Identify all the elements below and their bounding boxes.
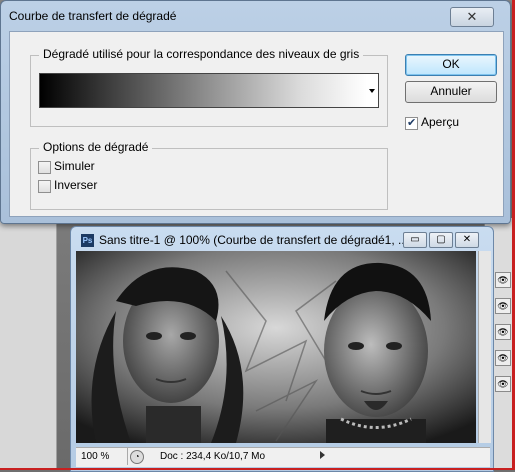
options-group-label: Options de dégradé	[39, 140, 153, 154]
maximize-button[interactable]: ▢	[429, 232, 453, 248]
gradient-dropdown-button[interactable]	[367, 73, 379, 108]
tools-panel-edge	[0, 218, 57, 470]
cancel-button[interactable]: Annuler	[405, 81, 497, 103]
photo-image	[76, 251, 476, 443]
dialog-body: Dégradé utilisé pour la correspondance d…	[9, 31, 504, 217]
gradient-map-dialog: Courbe de transfert de dégradé ✕ Dégradé…	[0, 0, 511, 224]
status-bar: 100 % ◔ Doc : 234,4 Ko/10,7 Mo	[76, 447, 490, 467]
minimize-button[interactable]: ▭	[403, 232, 427, 248]
vertical-scrollbar[interactable]	[478, 251, 491, 443]
reverse-checkbox[interactable]	[38, 180, 51, 193]
document-size-info: Doc : 234,4 Ko/10,7 Mo	[160, 451, 266, 462]
eye-icon[interactable]: 👁	[495, 350, 511, 366]
zoom-field[interactable]: 100 %	[76, 448, 128, 465]
simulate-checkbox[interactable]	[38, 161, 51, 174]
chevron-right-icon[interactable]	[320, 451, 325, 459]
photoshop-icon: Ps	[81, 234, 94, 247]
minimize-icon: ▭	[410, 234, 420, 245]
info-icon[interactable]: ◔	[130, 450, 144, 464]
eye-icon[interactable]: 👁	[495, 298, 511, 314]
preview-checkbox[interactable]: ✔	[405, 117, 418, 130]
preview-label: Aperçu	[421, 115, 460, 129]
maximize-icon: ▢	[436, 234, 446, 245]
reverse-label: Inverser	[54, 178, 98, 192]
close-button[interactable]: ✕	[450, 7, 494, 27]
eye-icon[interactable]: 👁	[495, 376, 511, 392]
checkmark-icon: ✔	[407, 117, 417, 129]
gradient-options-group: Options de dégradé Simuler Inverser	[30, 140, 388, 210]
close-icon: ✕	[462, 234, 472, 245]
gradient-group: Dégradé utilisé pour la correspondance d…	[30, 47, 388, 127]
document-title: Sans titre-1 @ 100% (Courbe de transfert…	[99, 233, 409, 247]
eye-icon[interactable]: 👁	[495, 324, 511, 340]
gradient-preview[interactable]	[39, 73, 368, 108]
dialog-title: Courbe de transfert de dégradé	[9, 9, 177, 23]
chevron-down-icon	[369, 89, 375, 93]
close-button[interactable]: ✕	[455, 232, 479, 248]
simulate-label: Simuler	[54, 159, 95, 173]
eye-icon[interactable]: 👁	[495, 272, 511, 288]
ok-button[interactable]: OK	[405, 54, 497, 76]
gradient-group-label: Dégradé utilisé pour la correspondance d…	[39, 47, 364, 61]
image-canvas[interactable]	[76, 251, 476, 443]
close-icon: ✕	[466, 9, 478, 24]
document-window: Ps Sans titre-1 @ 100% (Courbe de transf…	[70, 226, 494, 472]
